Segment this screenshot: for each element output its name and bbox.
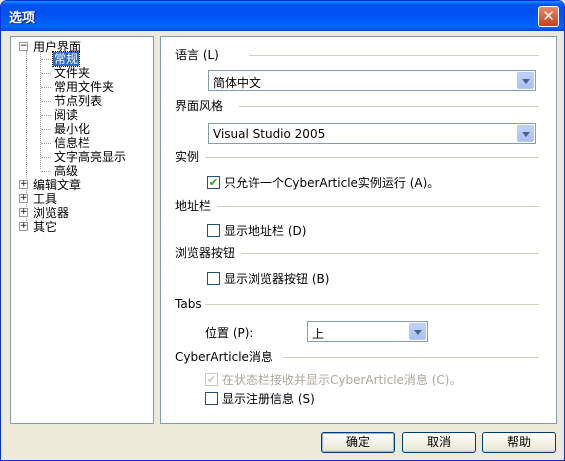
show-addressbar-label: 显示地址栏 (D) <box>224 224 307 238</box>
show-browser-buttons-label: 显示浏览器按钮 (B) <box>224 272 330 286</box>
separator <box>205 304 539 305</box>
tab-position-label: 位置 (P): <box>205 326 254 340</box>
checkbox-box[interactable] <box>207 224 220 237</box>
help-button[interactable]: 帮助 <box>482 432 556 453</box>
chevron-down-icon[interactable] <box>517 125 534 142</box>
tree-line <box>41 157 51 158</box>
expand-icon[interactable]: + <box>19 194 28 203</box>
tree-item-label: 高级 <box>54 164 79 178</box>
separator <box>239 106 539 107</box>
style-select-value: Visual Studio 2005 <box>213 127 326 141</box>
tree-item-label: 常规 <box>51 51 81 67</box>
expand-icon[interactable]: + <box>19 180 28 189</box>
tab-position-value: 上 <box>312 327 325 341</box>
collapse-icon[interactable]: − <box>19 42 28 51</box>
tree-line <box>41 101 51 102</box>
language-select[interactable]: 简体中文 <box>208 70 536 91</box>
tree-line <box>41 129 51 130</box>
expand-icon[interactable]: + <box>19 222 28 231</box>
separator <box>241 253 539 254</box>
checkmark-icon: ✔ <box>205 373 218 386</box>
tree-item-label: 文字高亮显示 <box>54 150 127 164</box>
checkbox-box[interactable] <box>205 392 218 405</box>
checkmark-icon[interactable]: ✔ <box>207 176 220 189</box>
instance-section-label: 实例 <box>175 150 200 164</box>
statusbar-messages-label: 在状态栏接收并显示CyberArticle消息 (C)。 <box>222 373 462 387</box>
tabs-section-label: Tabs <box>175 297 202 311</box>
tree-item-label: 节点列表 <box>54 94 103 108</box>
separator <box>283 357 539 358</box>
tree-line <box>40 51 41 169</box>
tree-item-label: 浏览器 <box>33 206 70 220</box>
language-section-label: 语言 (L) <box>175 48 219 62</box>
tree-item-label: 编辑文章 <box>33 178 82 192</box>
tree-item-label: 其它 <box>33 220 58 234</box>
options-tree: − 用户界面 常规 文件夹 常用文件夹 节点列表 阅读 最小化 信息栏 文字高亮… <box>10 36 154 424</box>
tree-line <box>41 87 51 88</box>
separator <box>217 206 539 207</box>
settings-panel: 语言 (L) 简体中文 界面风格 Visual Studio 2005 实例 ✔… <box>160 36 557 424</box>
tree-item-label: 最小化 <box>54 122 91 136</box>
addressbar-section-label: 地址栏 <box>175 199 212 213</box>
tree-item-label: 常用文件夹 <box>54 80 115 94</box>
window-title: 选项 <box>9 11 36 26</box>
tree-item-label: 信息栏 <box>54 136 91 150</box>
expand-icon[interactable]: + <box>19 208 28 217</box>
separator <box>249 55 539 56</box>
tree-item-label: 文件夹 <box>54 66 91 80</box>
separator <box>205 157 539 158</box>
tree-line <box>41 73 51 74</box>
ok-button[interactable]: 确定 <box>321 432 395 453</box>
close-button[interactable]: ✕ <box>538 6 559 27</box>
tree-line <box>41 171 51 172</box>
browser-buttons-section-label: 浏览器按钮 <box>175 246 236 260</box>
checkbox-box[interactable] <box>207 272 220 285</box>
chevron-down-icon[interactable] <box>409 323 426 340</box>
close-icon: ✕ <box>542 7 555 25</box>
style-select[interactable]: Visual Studio 2005 <box>208 123 536 144</box>
cancel-button[interactable]: 取消 <box>402 432 476 453</box>
messages-section-label: CyberArticle消息 <box>175 350 273 364</box>
tree-line <box>41 59 51 60</box>
tree-line <box>41 115 51 116</box>
tab-position-select[interactable]: 上 <box>307 321 428 342</box>
style-section-label: 界面风格 <box>175 99 224 113</box>
title-bar: 选项 ✕ <box>1 1 564 31</box>
tree-item-label: 工具 <box>33 192 58 206</box>
single-instance-label: 只允许一个CyberArticle实例运行 (A)。 <box>224 176 440 190</box>
language-select-value: 简体中文 <box>213 76 262 90</box>
options-dialog: 选项 ✕ − 用户界面 常规 文件夹 常用文件夹 节点列表 阅读 最小化 信息栏… <box>0 0 565 461</box>
show-register-info-label: 显示注册信息 (S) <box>222 392 315 406</box>
chevron-down-icon[interactable] <box>517 72 534 89</box>
tree-line <box>41 143 51 144</box>
tree-item-label: 阅读 <box>54 108 79 122</box>
